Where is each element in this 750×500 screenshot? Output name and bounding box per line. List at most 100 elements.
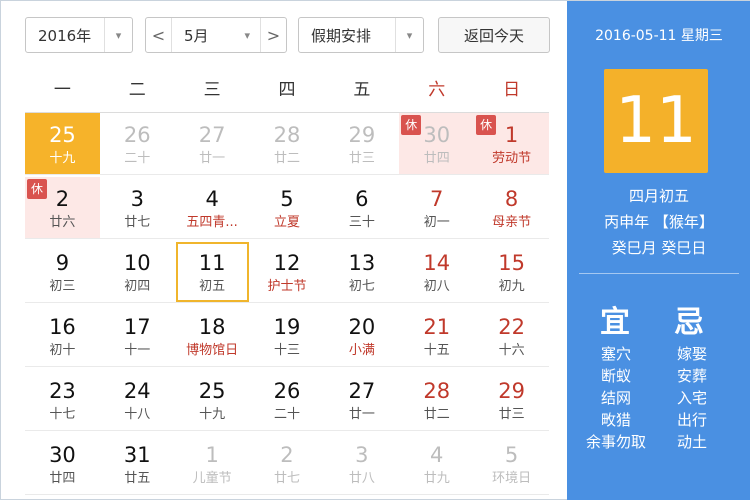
day-number: 14 <box>423 251 451 275</box>
selected-day-number: 11 <box>604 69 708 173</box>
prev-month-button[interactable]: < <box>146 18 172 52</box>
day-cell[interactable]: 12 护士节 <box>249 241 325 303</box>
day-number: 15 <box>498 251 525 275</box>
weekday-label: 六 <box>428 80 446 100</box>
day-number: 11 <box>198 251 226 275</box>
day-cell[interactable]: 10 初四 <box>99 241 175 303</box>
day-cell[interactable]: 31 廿五 <box>99 433 175 495</box>
day-cell[interactable]: 3 廿八 <box>324 433 400 495</box>
day-cell[interactable]: 16 初十 <box>25 305 100 367</box>
day-number: 7 <box>430 187 444 211</box>
day-cell[interactable]: 24 十八 <box>99 369 175 431</box>
day-cell[interactable]: 28 廿二 <box>249 113 325 175</box>
day-cell[interactable]: 20 小满 <box>324 305 400 367</box>
month-select[interactable]: 5月 ▾ <box>172 25 260 46</box>
lunar-label: 二十 <box>124 151 151 166</box>
chevron-down-icon[interactable]: ▾ <box>104 18 132 52</box>
yi-item: 畋猎 <box>600 411 631 429</box>
day-cell[interactable]: 5 环境日 <box>474 433 549 495</box>
ganzhi-year: 丙申年 【猴年】 <box>604 213 714 231</box>
weekday-label: 一 <box>53 80 71 100</box>
ji-item: 入宅 <box>676 389 707 407</box>
day-number: 29 <box>348 123 376 147</box>
lunar-label: 十三 <box>273 343 300 358</box>
day-number: 3 <box>130 187 144 211</box>
day-cell[interactable]: 休 2 廿六 <box>25 177 100 239</box>
day-cell[interactable]: 18 博物馆日 <box>174 305 250 367</box>
day-number: 29 <box>498 379 525 403</box>
day-cell[interactable]: 4 廿九 <box>399 433 475 495</box>
weekday-label: 三 <box>203 80 221 100</box>
chevron-down-icon[interactable]: ▾ <box>395 18 423 52</box>
day-cell[interactable]: 21 十五 <box>399 305 475 367</box>
day-number: 24 <box>123 379 151 403</box>
day-number: 20 <box>348 315 376 339</box>
day-cell[interactable]: 23 十七 <box>25 369 100 431</box>
day-cell[interactable]: 27 廿一 <box>324 369 400 431</box>
day-number: 21 <box>423 315 451 339</box>
day-cell[interactable]: 28 廿二 <box>399 369 475 431</box>
ji-item: 安葬 <box>676 367 707 385</box>
ji-item: 嫁娶 <box>676 345 707 363</box>
lunar-label: 廿四 <box>423 151 450 166</box>
day-cell[interactable]: 休 30 廿四 <box>399 113 475 175</box>
day-number: 5 <box>504 443 519 467</box>
rest-badge: 休 <box>27 179 47 199</box>
day-cell[interactable]: 11 初五 <box>174 241 250 303</box>
day-cell[interactable]: 8 母亲节 <box>474 177 549 239</box>
day-cell[interactable]: 9 初三 <box>25 241 100 303</box>
next-month-button[interactable]: > <box>260 18 286 52</box>
day-cell[interactable]: 13 初七 <box>324 241 400 303</box>
day-cell[interactable]: 26 二十 <box>249 369 325 431</box>
day-cell[interactable]: 14 初八 <box>399 241 475 303</box>
day-number: 4 <box>205 187 219 211</box>
lunar-label: 初三 <box>49 279 76 294</box>
return-today-button[interactable]: 返回今天 <box>438 17 550 53</box>
lunar-label: 十六 <box>498 343 525 358</box>
day-cell[interactable]: 22 十六 <box>474 305 549 367</box>
day-cell[interactable]: 5 立夏 <box>249 177 325 239</box>
day-cell[interactable]: 6 三十 <box>324 177 400 239</box>
day-cell[interactable]: 19 十三 <box>249 305 325 367</box>
day-cell[interactable]: 1 儿童节 <box>174 433 250 495</box>
day-cell[interactable]: 2 廿七 <box>249 433 325 495</box>
yi-item: 余事勿取 <box>585 433 646 451</box>
lunar-label: 廿七 <box>124 215 151 230</box>
day-number: 25 <box>198 379 226 403</box>
day-cell[interactable]: 7 初一 <box>399 177 475 239</box>
day-cell[interactable]: 17 十一 <box>99 305 175 367</box>
day-number: 16 <box>49 315 76 339</box>
year-select[interactable]: 2016年 ▾ <box>25 17 133 53</box>
day-cell[interactable]: 15 初九 <box>474 241 549 303</box>
day-number: 27 <box>348 379 376 403</box>
holiday-select[interactable]: 假期安排 ▾ <box>298 17 424 53</box>
lunar-label: 初十 <box>49 343 76 358</box>
lunar-label: 十五 <box>423 343 450 358</box>
toolbar: 2016年 ▾ < 5月 ▾ > 假期安排 ▾ 返回今天 <box>1 1 567 67</box>
day-number: 4 <box>430 443 444 467</box>
lunar-label: 十七 <box>49 407 76 422</box>
lunar-label: 小满 <box>348 343 375 358</box>
yi-item: 结网 <box>600 389 631 407</box>
day-cell[interactable]: 25 十九 <box>174 369 250 431</box>
day-cell[interactable]: 30 廿四 <box>25 433 100 495</box>
day-number: 13 <box>348 251 376 275</box>
day-cell[interactable]: 26 二十 <box>99 113 175 175</box>
day-cell[interactable]: 3 廿七 <box>99 177 175 239</box>
day-cell[interactable]: 27 廿一 <box>174 113 250 175</box>
day-cell[interactable]: 4 五四青... <box>174 177 250 239</box>
rest-badge: 休 <box>476 115 497 135</box>
ji-list: 嫁娶 安葬 入宅 出行 动土 <box>657 343 727 453</box>
day-number: 12 <box>273 251 301 275</box>
day-number: 17 <box>123 315 151 339</box>
day-number: 18 <box>198 315 226 339</box>
day-number: 2 <box>280 443 294 467</box>
day-cell[interactable]: 休 1 劳动节 <box>474 113 549 175</box>
day-number: 26 <box>273 379 301 403</box>
day-number: 22 <box>498 315 525 339</box>
day-number: 5 <box>280 187 294 211</box>
day-cell[interactable]: 29 廿三 <box>324 113 400 175</box>
day-cell[interactable]: 29 廿三 <box>474 369 549 431</box>
ji-title: 忌 <box>674 305 704 340</box>
day-cell[interactable]: 25 十九 <box>25 113 100 175</box>
